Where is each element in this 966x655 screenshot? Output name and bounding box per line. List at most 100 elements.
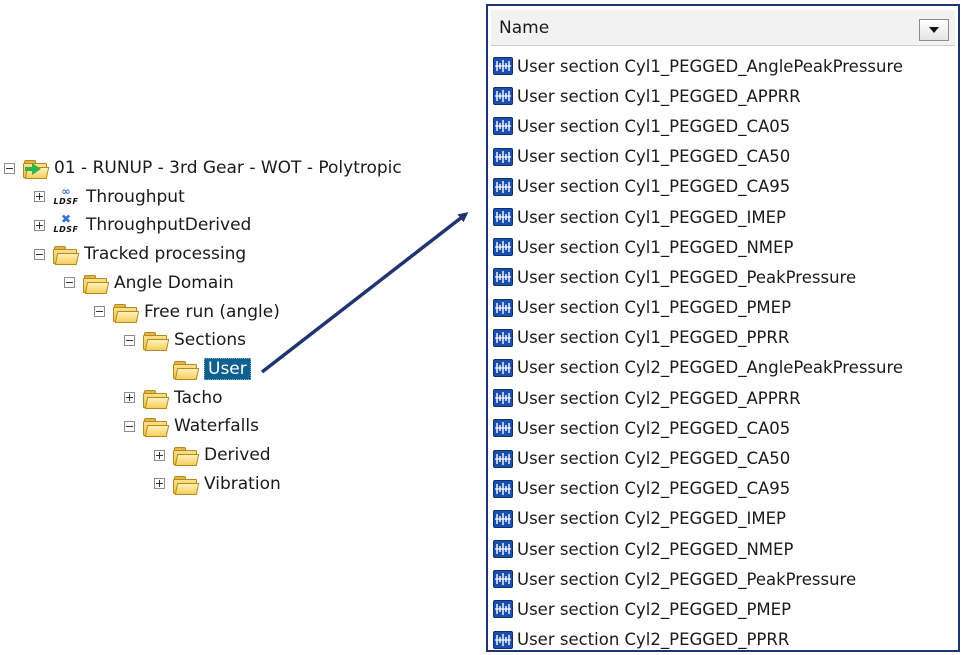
- tree-node[interactable]: Tacho: [124, 386, 223, 410]
- list-item[interactable]: User section Cyl1_PEGGED_PPRR: [493, 323, 958, 353]
- tree-view: 01 - RUNUP - 3rd Gear - WOT - Polytropic…: [0, 0, 470, 655]
- list-item[interactable]: User section Cyl2_PEGGED_AnglePeakPressu…: [493, 353, 958, 383]
- list-item-label: User section Cyl2_PEGGED_CA05: [517, 418, 791, 438]
- tree-node[interactable]: Tracked processing: [34, 242, 246, 266]
- column-header[interactable]: Name: [491, 10, 955, 46]
- run-folder-icon: [23, 159, 50, 179]
- collapse-icon[interactable]: [94, 306, 105, 317]
- list-item[interactable]: User section Cyl2_PEGGED_APPRR: [493, 383, 958, 413]
- tree-node-label: Free run (angle): [144, 301, 280, 322]
- list-item[interactable]: User section Cyl1_PEGGED_APPRR: [493, 81, 958, 111]
- list-item-label: User section Cyl2_PEGGED_PPRR: [517, 630, 790, 650]
- list-item[interactable]: User section Cyl1_PEGGED_CA95: [493, 172, 958, 202]
- section-waveform-icon: [493, 479, 513, 498]
- section-waveform-icon: [493, 600, 513, 619]
- list-item-label: User section Cyl1_PEGGED_AnglePeakPressu…: [517, 56, 904, 76]
- list-item[interactable]: User section Cyl2_PEGGED_PPRR: [493, 625, 958, 650]
- list-item[interactable]: User section Cyl2_PEGGED_NMEP: [493, 534, 958, 564]
- expand-icon[interactable]: [34, 191, 45, 203]
- folder-icon: [143, 417, 170, 438]
- list-item-label: User section Cyl1_PEGGED_APPRR: [517, 86, 801, 106]
- folder-icon: [173, 475, 200, 495]
- tree-node[interactable]: Sections: [124, 328, 246, 352]
- list-item-label: User section Cyl1_PEGGED_CA50: [517, 147, 791, 167]
- tree-node[interactable]: Angle Domain: [64, 271, 234, 295]
- list-item-label: User section Cyl2_PEGGED_NMEP: [517, 539, 794, 559]
- tree-node[interactable]: ✖ LDSF ThroughputDerived: [34, 213, 251, 237]
- tree-node-label: Tracked processing: [84, 244, 247, 265]
- tree-node-label: Angle Domain: [114, 272, 234, 293]
- folder-icon: [113, 303, 140, 323]
- tree-node[interactable]: Free run (angle): [94, 300, 280, 324]
- list-item-label: User section Cyl2_PEGGED_APPRR: [517, 388, 801, 408]
- folder-icon: [83, 274, 110, 294]
- tree-node-label: 01 - RUNUP - 3rd Gear - WOT - Polytropic: [54, 158, 402, 178]
- tree-node-label: Sections: [174, 330, 247, 351]
- list-item-label: User section Cyl2_PEGGED_PMEP: [517, 599, 792, 619]
- tree-node-label: Derived: [204, 445, 271, 465]
- list-item[interactable]: User section Cyl2_PEGGED_PeakPressure: [493, 564, 958, 594]
- list-item[interactable]: User section Cyl1_PEGGED_CA50: [493, 142, 958, 172]
- collapse-icon[interactable]: [64, 277, 75, 289]
- folder-icon: [173, 446, 200, 466]
- list-item-label: User section Cyl2_PEGGED_PeakPressure: [517, 569, 857, 589]
- list-item[interactable]: User section Cyl2_PEGGED_CA95: [493, 474, 958, 504]
- list-item[interactable]: User section Cyl2_PEGGED_IMEP: [493, 504, 958, 534]
- folder-icon: [143, 331, 170, 352]
- list-item[interactable]: User section Cyl1_PEGGED_NMEP: [493, 232, 958, 262]
- expand-icon[interactable]: [34, 219, 45, 231]
- section-waveform-icon: [493, 238, 513, 257]
- list-item-label: User section Cyl2_PEGGED_AnglePeakPressu…: [517, 358, 904, 378]
- section-waveform-icon: [493, 328, 513, 347]
- list-item[interactable]: User section Cyl1_PEGGED_PMEP: [493, 293, 958, 323]
- collapse-icon[interactable]: [34, 248, 45, 260]
- section-waveform-icon: [493, 208, 513, 227]
- section-waveform-icon: [493, 147, 513, 166]
- list-item-label: User section Cyl2_PEGGED_IMEP: [517, 509, 786, 529]
- section-waveform-icon: [493, 268, 513, 287]
- section-waveform-icon: [493, 449, 513, 468]
- section-list-panel: Name User section Cyl1_PEGGED_AnglePeakP…: [486, 4, 960, 652]
- section-waveform-icon: [493, 570, 513, 589]
- list-item-label: User section Cyl1_PEGGED_PMEP: [517, 298, 792, 318]
- list-item[interactable]: User section Cyl1_PEGGED_CA05: [493, 111, 958, 141]
- section-waveform-icon: [493, 358, 513, 377]
- list-item-label: User section Cyl1_PEGGED_CA05: [517, 116, 791, 136]
- expand-icon[interactable]: [124, 392, 135, 404]
- folder-icon: [53, 245, 80, 266]
- list-item[interactable]: User section Cyl2_PEGGED_CA50: [493, 443, 958, 473]
- section-waveform-icon: [493, 177, 513, 196]
- column-dropdown-button[interactable]: [919, 19, 949, 41]
- expand-icon[interactable]: [154, 478, 165, 490]
- tree-node[interactable]: User: [154, 357, 251, 381]
- tree-node-label: ThroughputDerived: [86, 215, 252, 236]
- tree-node-label: Tacho: [174, 387, 223, 408]
- section-waveform-icon: [493, 389, 513, 408]
- tree-node[interactable]: Derived: [154, 443, 271, 467]
- tree-node[interactable]: Vibration: [154, 472, 281, 496]
- list-item-label: User section Cyl1_PEGGED_IMEP: [517, 207, 786, 227]
- section-waveform-icon: [493, 540, 513, 559]
- list-item[interactable]: User section Cyl2_PEGGED_CA05: [493, 413, 958, 443]
- list-item[interactable]: User section Cyl1_PEGGED_IMEP: [493, 202, 958, 232]
- tree-node[interactable]: 01 - RUNUP - 3rd Gear - WOT - Polytropic: [4, 156, 402, 180]
- tree-node-label: Waterfalls: [174, 416, 259, 437]
- list-item[interactable]: User section Cyl2_PEGGED_PMEP: [493, 594, 958, 624]
- list-item[interactable]: User section Cyl1_PEGGED_AnglePeakPressu…: [493, 51, 958, 81]
- section-waveform-icon: [493, 298, 513, 317]
- list-item-label: User section Cyl1_PEGGED_PeakPressure: [517, 267, 857, 287]
- tree-node-label: Throughput: [86, 186, 185, 207]
- tree-node[interactable]: ∞ LDSF Throughput: [34, 185, 185, 209]
- collapse-icon[interactable]: [4, 162, 15, 174]
- list-item[interactable]: User section Cyl1_PEGGED_PeakPressure: [493, 262, 958, 292]
- list-item-label: User section Cyl1_PEGGED_CA95: [517, 177, 791, 197]
- section-waveform-icon: [493, 117, 513, 136]
- list-item-label: User section Cyl2_PEGGED_CA50: [517, 449, 791, 469]
- list-item-label: User section Cyl1_PEGGED_PPRR: [517, 328, 790, 348]
- tree-node-label: User: [204, 357, 251, 380]
- collapse-icon[interactable]: [124, 334, 135, 346]
- section-waveform-icon: [493, 419, 513, 438]
- expand-icon[interactable]: [154, 449, 165, 461]
- collapse-icon[interactable]: [124, 420, 135, 432]
- tree-node[interactable]: Waterfalls: [124, 414, 259, 438]
